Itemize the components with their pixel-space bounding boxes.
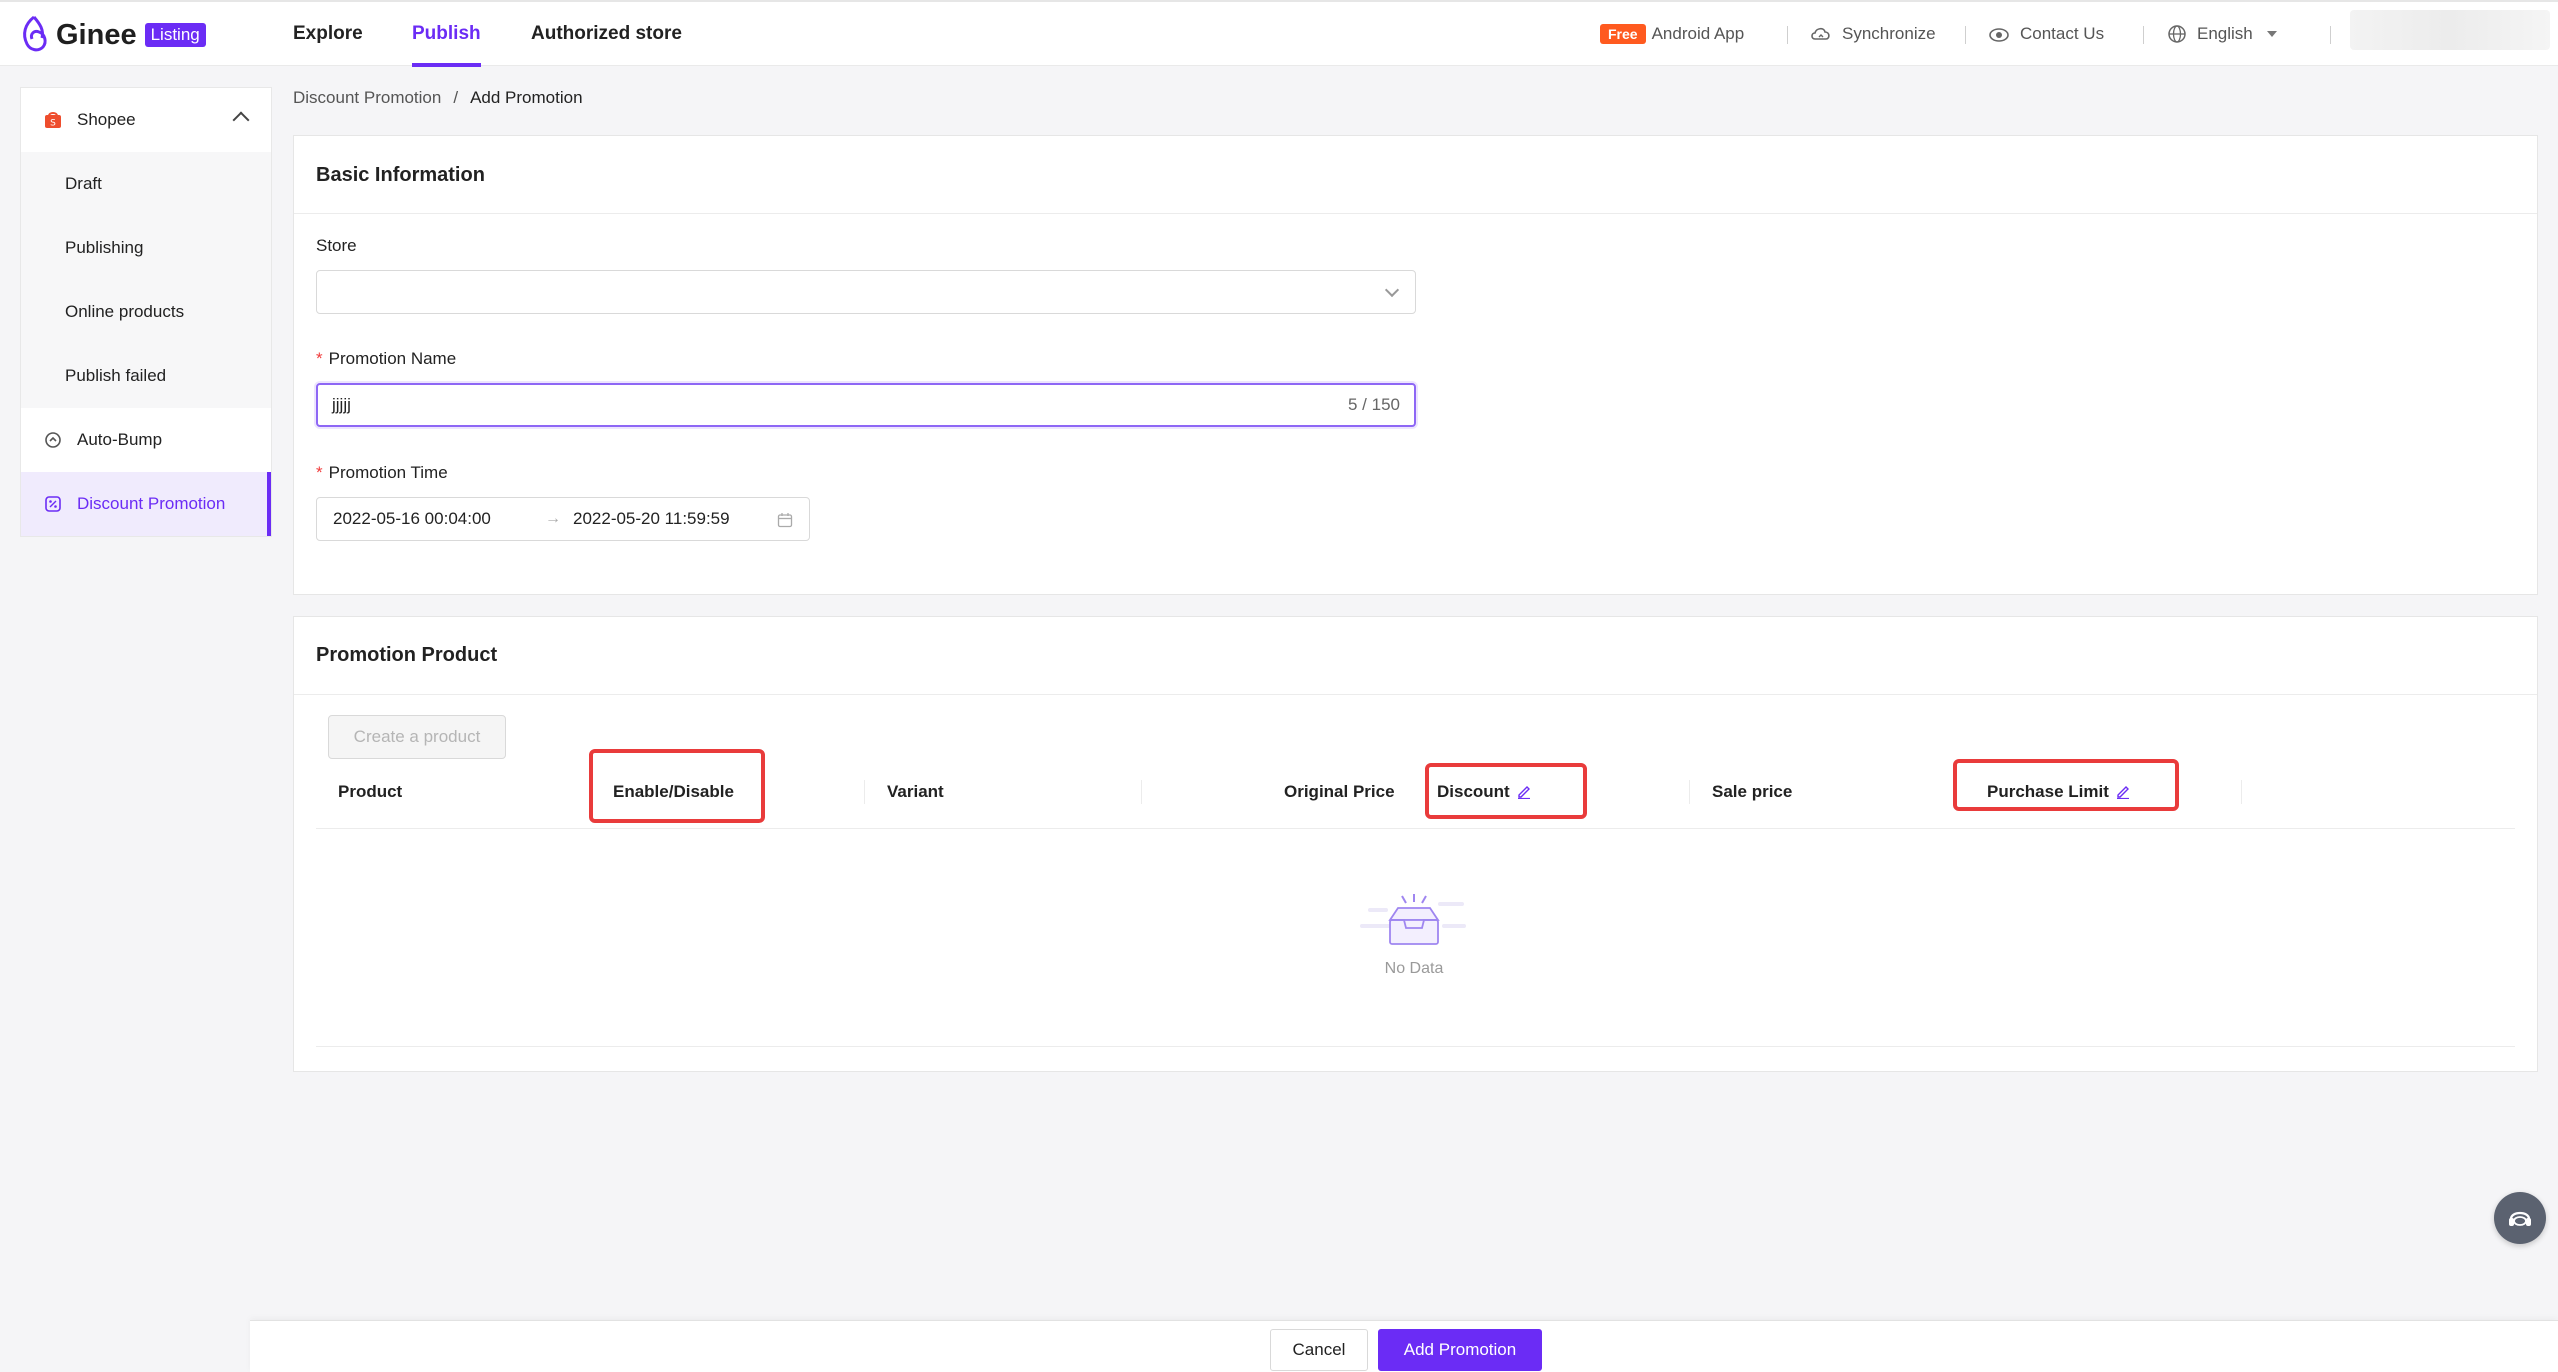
divider <box>2330 26 2331 44</box>
globe-icon <box>2168 25 2186 43</box>
promotion-name-value: jjjjj <box>332 395 351 414</box>
required-mark: * <box>316 463 323 482</box>
footer-action-bar: Cancel Add Promotion <box>250 1320 2558 1372</box>
basic-information-card: Basic Information Store * Promotion Name … <box>293 135 2538 595</box>
column-divider <box>1141 780 1142 804</box>
promotion-product-card: Promotion Product Create a product Produ… <box>293 616 2538 1072</box>
sidebar-item-publishing[interactable]: Publishing <box>21 216 271 280</box>
breadcrumb-current: Add Promotion <box>470 88 583 107</box>
highlight-box-discount <box>1425 763 1587 819</box>
sidebar-label-shopee: Shopee <box>77 110 136 129</box>
divider <box>2143 26 2144 44</box>
create-product-button[interactable]: Create a product <box>328 715 506 759</box>
sidebar-item-draft[interactable]: Draft <box>21 152 271 216</box>
divider <box>1787 26 1788 44</box>
divider <box>294 213 2537 214</box>
synchronize-label: Synchronize <box>1842 24 1936 43</box>
column-header-variant: Variant <box>887 782 944 801</box>
store-select[interactable] <box>316 270 1416 314</box>
breadcrumb: Discount Promotion / Add Promotion <box>293 88 583 108</box>
empty-inbox-icon <box>1360 894 1466 945</box>
language-selector[interactable]: English <box>2167 2 2279 66</box>
column-divider <box>2241 780 2242 804</box>
breadcrumb-parent[interactable]: Discount Promotion <box>293 88 441 108</box>
column-header-product: Product <box>338 782 403 801</box>
svg-text:S: S <box>50 119 56 129</box>
sidebar-item-discount-promotion[interactable]: Discount Promotion <box>21 472 271 536</box>
sidebar-item-publish-failed[interactable]: Publish failed <box>21 344 271 408</box>
discount-tag-icon <box>45 496 61 512</box>
required-mark: * <box>316 349 323 368</box>
column-divider <box>1689 780 1690 804</box>
start-time-value[interactable]: 2022-05-16 00:04:00 <box>333 509 491 529</box>
divider <box>294 694 2537 695</box>
user-account-area[interactable] <box>2350 10 2550 50</box>
auto-bump-icon <box>45 432 61 448</box>
table-header-divider <box>316 828 2515 829</box>
android-app-label: Android App <box>1651 24 1745 43</box>
promotion-name-input[interactable]: jjjjj 5 / 150 <box>316 383 1416 427</box>
range-arrow-icon: → <box>545 510 561 527</box>
contact-us-link[interactable]: Contact Us <box>1988 2 2104 66</box>
sidebar-item-shopee[interactable]: S Shopee <box>21 88 271 152</box>
chevron-down-icon <box>1384 282 1400 298</box>
breadcrumb-separator: / <box>453 88 459 107</box>
free-badge: Free <box>1600 24 1646 44</box>
end-time-value[interactable]: 2022-05-20 11:59:59 <box>573 509 730 529</box>
promotion-time-label: * Promotion Time <box>316 463 448 483</box>
android-app-link[interactable]: Free Android App <box>1600 2 1744 66</box>
brand-name: Ginee <box>56 18 137 51</box>
promotion-name-label-text: Promotion Name <box>328 349 457 368</box>
sidebar-item-online-products[interactable]: Online products <box>21 280 271 344</box>
headset-icon <box>2509 1211 2531 1226</box>
cloud-sync-icon <box>1811 27 1830 40</box>
language-label: English <box>2197 24 2253 43</box>
basic-information-title: Basic Information <box>316 164 485 186</box>
promotion-name-label: * Promotion Name <box>316 349 456 369</box>
divider <box>1965 26 1966 44</box>
chevron-up-icon[interactable] <box>232 111 250 129</box>
highlight-box-purchase-limit <box>1953 759 2179 811</box>
ginee-logo-icon <box>23 15 47 52</box>
promotion-time-label-text: Promotion Time <box>328 463 448 482</box>
nav-authorized-store[interactable]: Authorized store <box>531 2 682 66</box>
calendar-icon <box>777 513 793 528</box>
customer-service-button[interactable] <box>2494 1192 2546 1244</box>
column-header-original-price: Original Price <box>1284 782 1395 801</box>
caret-down-icon <box>2266 31 2277 37</box>
top-navigation-bar: Ginee Listing Explore Publish Authorized… <box>0 0 2558 67</box>
column-header-sale-price: Sale price <box>1712 782 1793 801</box>
table-bottom-divider <box>316 1046 2515 1047</box>
sidebar-label-auto-bump: Auto-Bump <box>77 430 163 449</box>
sidebar: S Shopee Draft Publishing Online product… <box>20 87 272 537</box>
nav-explore[interactable]: Explore <box>293 2 363 66</box>
store-label: Store <box>316 236 357 255</box>
promotion-name-char-count: 5 / 150 <box>1348 395 1400 414</box>
cancel-button[interactable]: Cancel <box>1270 1329 1368 1371</box>
sidebar-item-auto-bump[interactable]: Auto-Bump <box>21 408 271 472</box>
sidebar-label-discount-promotion: Discount Promotion <box>77 494 226 513</box>
synchronize-link[interactable]: Synchronize <box>1810 2 1936 66</box>
nav-publish[interactable]: Publish <box>412 2 481 67</box>
empty-state-text: No Data <box>1384 960 1444 977</box>
shopee-icon: S <box>45 112 61 129</box>
highlight-box-enable-disable <box>589 749 765 823</box>
column-divider <box>864 780 865 804</box>
add-promotion-button[interactable]: Add Promotion <box>1378 1329 1542 1371</box>
brand-badge: Listing <box>144 23 206 47</box>
promotion-time-range-picker[interactable]: 2022-05-16 00:04:00 → 2022-05-20 11:59:5… <box>316 497 810 541</box>
promotion-product-title: Promotion Product <box>316 644 498 666</box>
headset-icon <box>1989 28 2009 42</box>
contact-us-label: Contact Us <box>2020 24 2105 43</box>
ginee-logo[interactable]: Ginee Listing <box>18 14 206 56</box>
